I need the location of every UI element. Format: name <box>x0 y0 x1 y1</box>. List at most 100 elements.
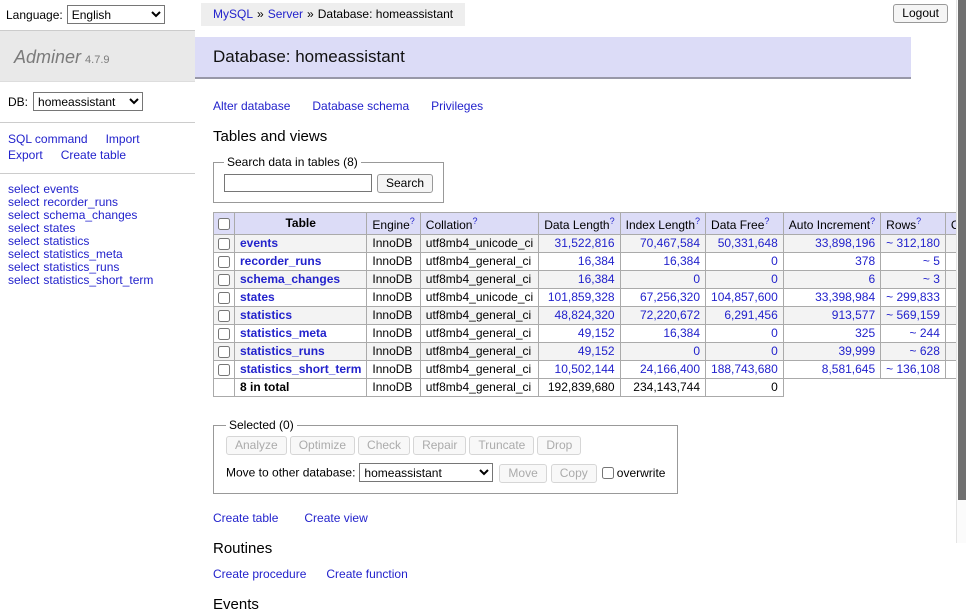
table-name-link[interactable]: events <box>240 236 278 250</box>
move-database-select[interactable]: homeassistant <box>359 463 493 482</box>
select-table-link[interactable]: select <box>8 247 39 261</box>
data-length-cell[interactable]: 16,384 <box>539 271 620 289</box>
rows-count-cell[interactable]: ~ 312,180 <box>881 235 946 253</box>
row-checkbox[interactable] <box>218 310 230 322</box>
data-length-cell[interactable]: 10,502,144 <box>539 361 620 379</box>
vertical-scrollbar[interactable] <box>956 0 966 543</box>
column-help-link[interactable]: ? <box>870 216 875 226</box>
rows-count-cell[interactable]: ~ 136,108 <box>881 361 946 379</box>
data-free-cell[interactable]: 0 <box>706 325 784 343</box>
auto-increment-cell[interactable]: 33,898,196 <box>783 235 880 253</box>
row-checkbox[interactable] <box>218 274 230 286</box>
auto-increment-cell[interactable]: 6 <box>783 271 880 289</box>
auto-increment-cell[interactable]: 8,581,645 <box>783 361 880 379</box>
select-table-link[interactable]: select <box>8 273 39 287</box>
index-length-cell[interactable]: 72,220,672 <box>620 307 705 325</box>
rows-count-cell[interactable]: ~ 244 <box>881 325 946 343</box>
auto-increment-cell[interactable]: 39,999 <box>783 343 880 361</box>
create-view-link[interactable]: Create view <box>304 511 367 525</box>
check-button[interactable]: Check <box>358 436 410 455</box>
table-name-link[interactable]: statistics <box>240 308 292 322</box>
row-checkbox[interactable] <box>218 292 230 304</box>
rows-count-cell[interactable]: ~ 628 <box>881 343 946 361</box>
table-name-link[interactable]: statistics_runs <box>240 344 325 358</box>
auto-increment-cell[interactable]: 378 <box>783 253 880 271</box>
row-checkbox[interactable] <box>218 346 230 358</box>
select-table-link[interactable]: select <box>8 195 39 209</box>
create-table-link-sidebar[interactable]: Create table <box>61 148 126 162</box>
data-free-cell[interactable]: 104,857,600 <box>706 289 784 307</box>
row-checkbox[interactable] <box>218 238 230 250</box>
column-help-link[interactable]: ? <box>410 216 415 226</box>
table-name-link[interactable]: recorder_runs <box>240 254 321 268</box>
table-link[interactable]: states <box>43 221 75 235</box>
export-link[interactable]: Export <box>8 148 43 162</box>
scrollbar-thumb[interactable] <box>958 0 966 500</box>
index-length-cell[interactable]: 67,256,320 <box>620 289 705 307</box>
index-length-cell[interactable]: 0 <box>620 343 705 361</box>
table-name-link[interactable]: states <box>240 290 275 304</box>
search-button[interactable]: Search <box>377 174 433 193</box>
column-help-link[interactable]: ? <box>916 216 921 226</box>
auto-increment-cell[interactable]: 325 <box>783 325 880 343</box>
analyze-button[interactable]: Analyze <box>226 436 287 455</box>
overwrite-checkbox[interactable] <box>602 467 614 479</box>
auto-increment-cell[interactable]: 913,577 <box>783 307 880 325</box>
select-table-link[interactable]: select <box>8 234 39 248</box>
data-free-cell[interactable]: 188,743,680 <box>706 361 784 379</box>
row-checkbox[interactable] <box>218 256 230 268</box>
alter-database-link[interactable]: Alter database <box>213 99 290 113</box>
privileges-link[interactable]: Privileges <box>431 99 483 113</box>
rows-count-cell[interactable]: ~ 3 <box>881 271 946 289</box>
select-table-link[interactable]: select <box>8 208 39 222</box>
select-table-link[interactable]: select <box>8 221 39 235</box>
column-help-link[interactable]: ? <box>764 216 769 226</box>
data-free-cell[interactable]: 0 <box>706 271 784 289</box>
create-table-link[interactable]: Create table <box>213 511 278 525</box>
data-free-cell[interactable]: 0 <box>706 253 784 271</box>
data-length-cell[interactable]: 49,152 <box>539 325 620 343</box>
column-help-link[interactable]: ? <box>695 216 700 226</box>
rows-count-cell[interactable]: ~ 569,159 <box>881 307 946 325</box>
select-all-checkbox[interactable] <box>218 218 230 230</box>
database-schema-link[interactable]: Database schema <box>312 99 409 113</box>
data-length-cell[interactable]: 48,824,320 <box>539 307 620 325</box>
table-link[interactable]: statistics <box>43 234 89 248</box>
table-name-link[interactable]: statistics_short_term <box>240 362 361 376</box>
move-button[interactable]: Move <box>499 464 546 483</box>
language-select[interactable]: English <box>67 5 165 24</box>
rows-count-cell[interactable]: ~ 299,833 <box>881 289 946 307</box>
truncate-button[interactable]: Truncate <box>469 436 534 455</box>
row-checkbox[interactable] <box>218 364 230 376</box>
index-length-cell[interactable]: 0 <box>620 271 705 289</box>
select-table-link[interactable]: select <box>8 260 39 274</box>
index-length-cell[interactable]: 16,384 <box>620 253 705 271</box>
rows-count-cell[interactable]: ~ 5 <box>881 253 946 271</box>
table-link[interactable]: events <box>43 182 78 196</box>
table-link[interactable]: statistics_meta <box>43 247 122 261</box>
index-length-cell[interactable]: 70,467,584 <box>620 235 705 253</box>
data-free-cell[interactable]: 6,291,456 <box>706 307 784 325</box>
column-help-link[interactable]: ? <box>610 216 615 226</box>
table-link[interactable]: statistics_runs <box>43 260 119 274</box>
data-length-cell[interactable]: 101,859,328 <box>539 289 620 307</box>
data-length-cell[interactable]: 49,152 <box>539 343 620 361</box>
breadcrumb-mysql-link[interactable]: MySQL <box>213 7 253 21</box>
copy-button[interactable]: Copy <box>551 464 597 483</box>
repair-button[interactable]: Repair <box>413 436 466 455</box>
create-function-link[interactable]: Create function <box>326 567 407 581</box>
optimize-button[interactable]: Optimize <box>290 436 355 455</box>
table-name-link[interactable]: schema_changes <box>240 272 340 286</box>
table-link[interactable]: recorder_runs <box>43 195 118 209</box>
sql-command-link[interactable]: SQL command <box>8 132 88 146</box>
index-length-cell[interactable]: 24,166,400 <box>620 361 705 379</box>
data-free-cell[interactable]: 0 <box>706 343 784 361</box>
index-length-cell[interactable]: 16,384 <box>620 325 705 343</box>
db-select[interactable]: homeassistant <box>33 92 143 111</box>
data-length-cell[interactable]: 16,384 <box>539 253 620 271</box>
data-length-cell[interactable]: 31,522,816 <box>539 235 620 253</box>
drop-button[interactable]: Drop <box>537 436 581 455</box>
search-input[interactable] <box>224 174 372 192</box>
table-link[interactable]: schema_changes <box>43 208 137 222</box>
logout-button[interactable]: Logout <box>893 4 948 23</box>
